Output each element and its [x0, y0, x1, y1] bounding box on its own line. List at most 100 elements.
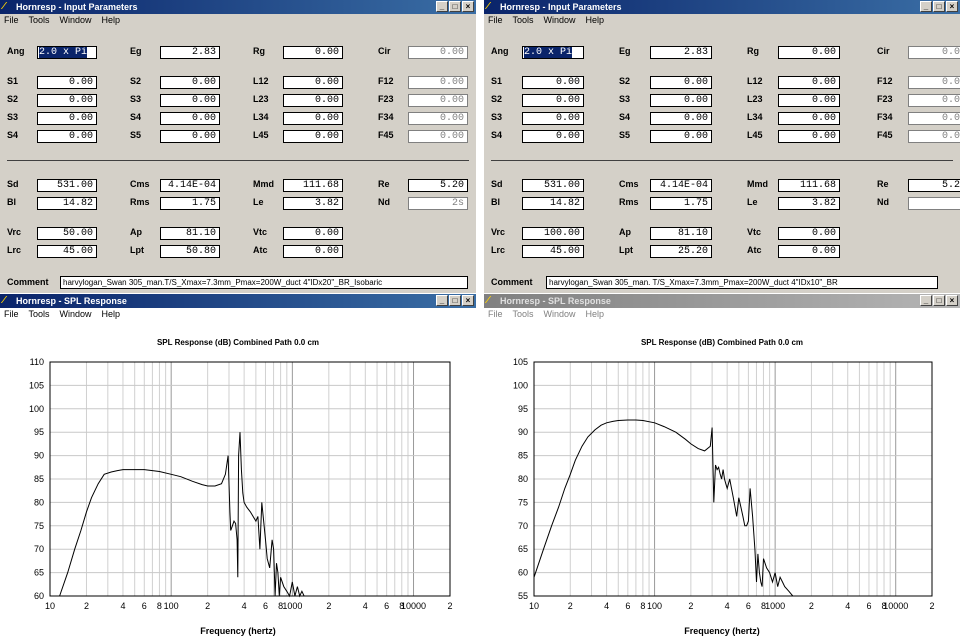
close-icon[interactable]: × [462, 1, 474, 12]
param-field-l45[interactable]: 0.00 [778, 130, 840, 143]
menu-help[interactable]: Help [586, 14, 605, 27]
comment-field[interactable]: harvylogan_Swan 305_man.T/S_Xmax=7.3mm_P… [60, 276, 468, 289]
param-value: 0.00 [439, 77, 464, 88]
param-field-rg[interactable]: 0.00 [778, 46, 840, 59]
param-field-s2[interactable]: 0.00 [522, 94, 584, 107]
maximize-icon[interactable]: □ [933, 1, 945, 12]
param-label: Vrc [491, 227, 506, 237]
param-field-s3[interactable]: 0.00 [160, 94, 220, 107]
param-field-f23[interactable]: 0.00 [408, 94, 468, 107]
menu-file[interactable]: File [4, 14, 19, 27]
param-field-l23[interactable]: 0.00 [283, 94, 343, 107]
menu-tools[interactable]: Tools [513, 14, 534, 27]
param-field-ap[interactable]: 81.10 [650, 227, 712, 240]
menu-window[interactable]: Window [60, 14, 92, 27]
param-field-s2[interactable]: 0.00 [160, 76, 220, 89]
param-field-cms[interactable]: 4.14E-04 [160, 179, 220, 192]
title-bar[interactable]: ⁄ Hornresp - Input Parameters _ □ × [484, 0, 960, 14]
param-field-f45[interactable]: 0.00 [408, 130, 468, 143]
param-field-sd[interactable]: 531.00 [37, 179, 97, 192]
param-field-f12[interactable]: 0.00 [908, 76, 960, 89]
param-field-re[interactable]: 5.20 [908, 179, 960, 192]
x-tick-label: 10000 [883, 601, 908, 611]
param-field-s5[interactable]: 0.00 [650, 130, 712, 143]
param-field-vtc[interactable]: 0.00 [778, 227, 840, 240]
param-field-s1[interactable]: 0.00 [522, 76, 584, 89]
param-field-eg[interactable]: 2.83 [160, 46, 220, 59]
param-field-ang[interactable]: 2.0 x Pi [37, 46, 97, 59]
menu-tools[interactable]: Tools [29, 14, 50, 27]
param-field-f12[interactable]: 0.00 [408, 76, 468, 89]
maximize-icon[interactable]: □ [449, 1, 461, 12]
param-field-atc[interactable]: 0.00 [778, 245, 840, 258]
x-tick-label: 6 [263, 601, 268, 611]
param-field-rg[interactable]: 0.00 [283, 46, 343, 59]
param-field-f45[interactable]: 0.00 [908, 130, 960, 143]
param-field-l45[interactable]: 0.00 [283, 130, 343, 143]
param-label: Eg [619, 46, 631, 56]
param-field-vrc[interactable]: 100.00 [522, 227, 584, 240]
param-field-ap[interactable]: 81.10 [160, 227, 220, 240]
param-field-l34[interactable]: 0.00 [778, 112, 840, 125]
param-value: 531.00 [56, 180, 93, 191]
param-field-s4[interactable]: 0.00 [650, 112, 712, 125]
param-label: F23 [378, 94, 394, 104]
param-field-lrc[interactable]: 45.00 [522, 245, 584, 258]
param-label: L45 [253, 130, 269, 140]
close-icon[interactable]: × [946, 1, 958, 12]
param-field-lpt[interactable]: 25.20 [650, 245, 712, 258]
param-field-bl[interactable]: 14.82 [37, 197, 97, 210]
param-value: 0.00 [555, 131, 580, 142]
param-field-s5[interactable]: 0.00 [160, 130, 220, 143]
param-field-f34[interactable]: 0.00 [408, 112, 468, 125]
param-field-s3[interactable]: 0.00 [522, 112, 584, 125]
param-field-rms[interactable]: 1.75 [650, 197, 712, 210]
param-field-l12[interactable]: 0.00 [283, 76, 343, 89]
param-field-vtc[interactable]: 0.00 [283, 227, 343, 240]
param-field-s4[interactable]: 0.00 [522, 130, 584, 143]
param-field-cms[interactable]: 4.14E-04 [650, 179, 712, 192]
param-field-nd[interactable]: 1 [908, 197, 960, 210]
param-field-mmd[interactable]: 111.68 [778, 179, 840, 192]
param-field-s4[interactable]: 0.00 [160, 112, 220, 125]
param-field-atc[interactable]: 0.00 [283, 245, 343, 258]
param-label: Lpt [130, 245, 144, 255]
param-field-l12[interactable]: 0.00 [778, 76, 840, 89]
param-field-cir[interactable]: 0.00 [908, 46, 960, 59]
minimize-icon[interactable]: _ [436, 1, 448, 12]
param-field-s4[interactable]: 0.00 [37, 130, 97, 143]
param-field-le[interactable]: 3.82 [283, 197, 343, 210]
title-bar[interactable]: ⁄ Hornresp - Input Parameters _ □ × [0, 0, 476, 14]
param-field-lpt[interactable]: 50.80 [160, 245, 220, 258]
param-field-vrc[interactable]: 50.00 [37, 227, 97, 240]
param-field-f23[interactable]: 0.00 [908, 94, 960, 107]
param-field-mmd[interactable]: 111.68 [283, 179, 343, 192]
param-field-l34[interactable]: 0.00 [283, 112, 343, 125]
menu-help[interactable]: Help [102, 14, 121, 27]
x-tick-label: 2 [447, 601, 452, 611]
param-field-s2[interactable]: 0.00 [650, 76, 712, 89]
param-field-l23[interactable]: 0.00 [778, 94, 840, 107]
param-value: 0.00 [439, 131, 464, 142]
param-field-bl[interactable]: 14.82 [522, 197, 584, 210]
param-field-ang[interactable]: 2.0 x Pi [522, 46, 584, 59]
param-field-s3[interactable]: 0.00 [650, 94, 712, 107]
menu-file[interactable]: File [488, 14, 503, 27]
param-field-s2[interactable]: 0.00 [37, 94, 97, 107]
param-field-s1[interactable]: 0.00 [37, 76, 97, 89]
param-field-eg[interactable]: 2.83 [650, 46, 712, 59]
comment-field[interactable]: harvylogan_Swan 305_man. T/S_Xmax=7.3mm_… [546, 276, 938, 289]
minimize-icon[interactable]: _ [920, 1, 932, 12]
param-field-cir[interactable]: 0.00 [408, 46, 468, 59]
param-field-nd[interactable]: 2s [408, 197, 468, 210]
menu-window[interactable]: Window [544, 14, 576, 27]
param-label: F12 [378, 76, 394, 86]
param-field-rms[interactable]: 1.75 [160, 197, 220, 210]
param-field-sd[interactable]: 531.00 [522, 179, 584, 192]
param-field-lrc[interactable]: 45.00 [37, 245, 97, 258]
param-field-re[interactable]: 5.20 [408, 179, 468, 192]
x-tick-label: 6 [625, 601, 630, 611]
param-field-f34[interactable]: 0.00 [908, 112, 960, 125]
param-field-le[interactable]: 3.82 [778, 197, 840, 210]
param-field-s3[interactable]: 0.00 [37, 112, 97, 125]
